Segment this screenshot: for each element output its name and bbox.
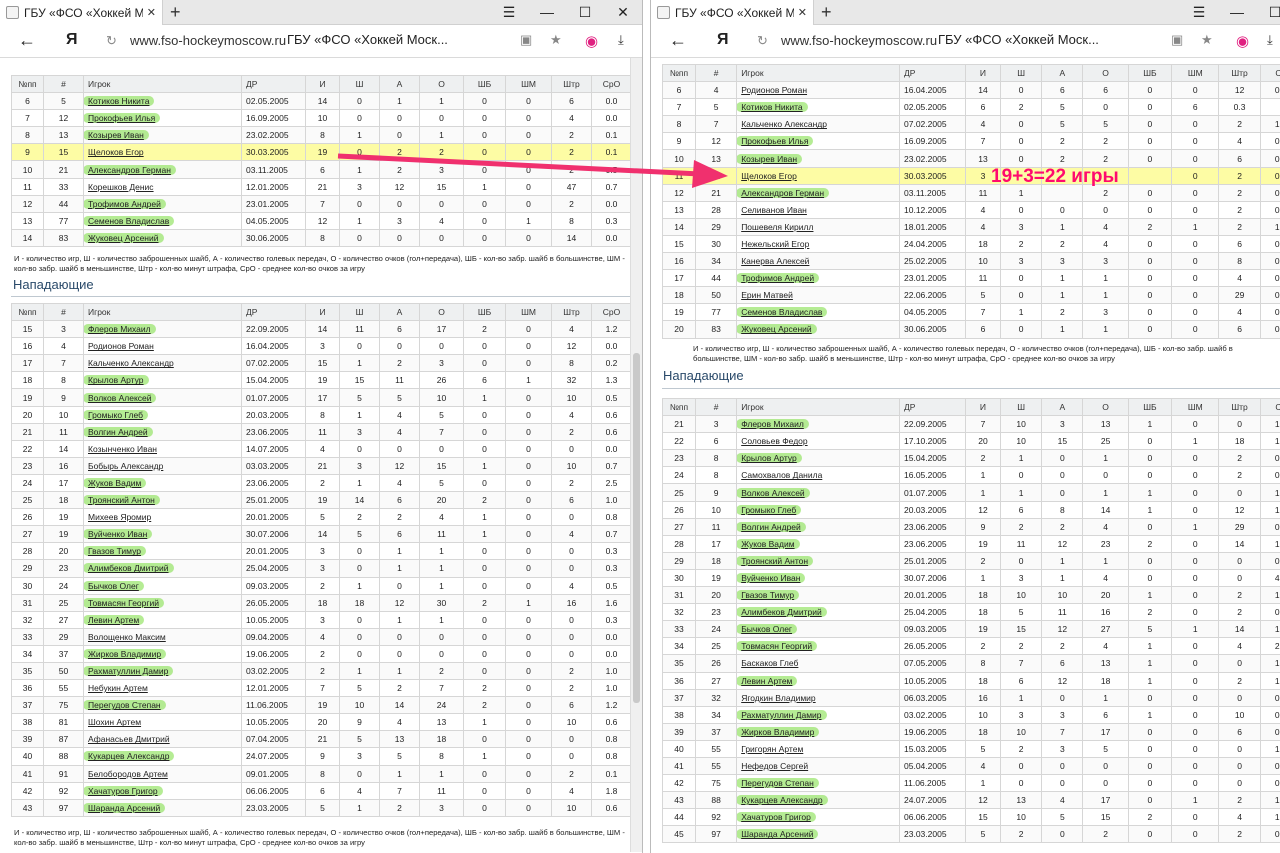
annotation-callout: 19+3=22 игры: [991, 166, 1119, 187]
annotation-arrow-icon: [337, 153, 728, 188]
